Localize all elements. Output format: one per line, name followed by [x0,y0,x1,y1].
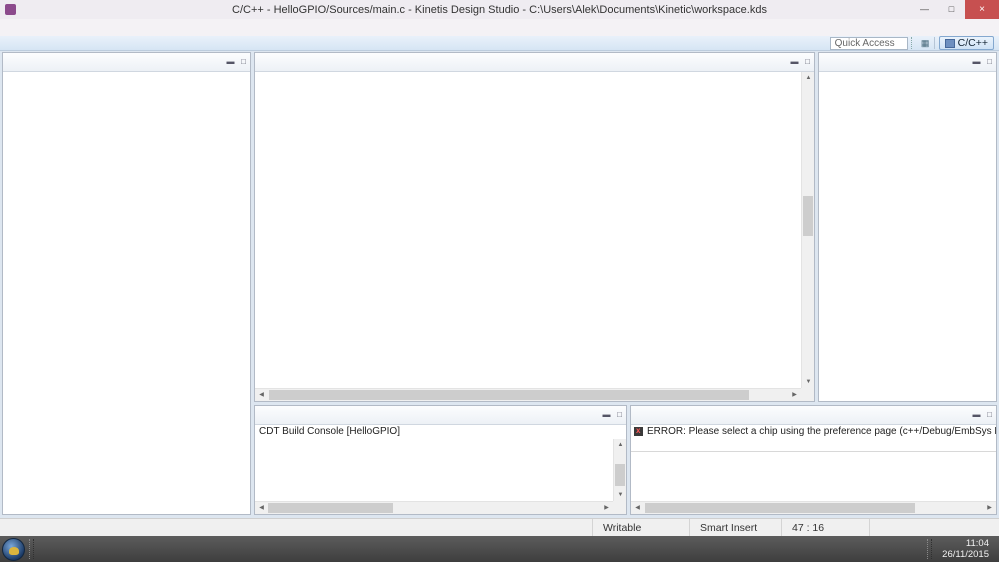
editor-panel: ▬ □ ▲ ▼ ◀ ▶ [254,52,815,402]
maximize-panel-icon[interactable]: □ [983,409,996,421]
minimize-panel-icon[interactable]: ▬ [600,409,613,421]
taskbar-grip [29,539,34,559]
writable-status: Writable [592,519,689,536]
embsys-registers-panel: ▬ □ ERROR: Please select a chip using th… [630,405,997,515]
scrollbar-thumb[interactable] [269,390,749,400]
editor-horizontal-scrollbar[interactable]: ◀ ▶ [255,388,801,401]
clock-date: 26/11/2015 [942,549,989,560]
minimize-panel-icon[interactable]: ▬ [970,409,983,421]
scroll-left-icon[interactable]: ◀ [255,502,268,514]
status-empty-cell [869,519,999,536]
open-perspective-icon[interactable]: ▦ [919,37,932,49]
console-vertical-scrollbar[interactable]: ▲ ▼ [613,439,626,501]
scrollbar-thumb[interactable] [268,503,393,513]
minimize-panel-icon[interactable]: ▬ [970,56,983,68]
console-panel: ▬ □ CDT Build Console [HelloGPIO] ▲ ▼ ◀ … [254,405,627,515]
scroll-down-icon[interactable]: ▼ [614,489,626,501]
scroll-right-icon[interactable]: ▶ [983,502,996,514]
scroll-down-icon[interactable]: ▼ [802,376,814,388]
maximize-button[interactable]: □ [938,0,965,19]
insert-mode-status: Smart Insert [689,519,781,536]
separator [933,37,935,49]
minimize-button[interactable]: — [911,0,938,19]
scroll-left-icon[interactable]: ◀ [255,389,268,401]
status-bar: Writable Smart Insert 47 : 16 [0,518,999,536]
scroll-up-icon[interactable]: ▲ [614,439,626,451]
perspective-grip [910,37,916,49]
code-editor[interactable] [255,72,801,388]
maximize-panel-icon[interactable]: □ [237,56,250,68]
clock-time: 11:04 [965,537,989,549]
scrollbar-thumb[interactable] [615,464,625,486]
error-chip-icon [634,426,643,436]
scrollbar-corner [801,388,814,401]
scrollbar-thumb[interactable] [803,196,813,236]
windows-taskbar: 11:04 26/11/2015 [0,536,999,562]
console-title: CDT Build Console [HelloGPIO] [259,426,400,437]
quick-access-box[interactable]: Quick Access [829,36,908,50]
scroll-left-icon[interactable]: ◀ [631,502,644,514]
start-button[interactable] [2,537,25,561]
scroll-right-icon[interactable]: ▶ [788,389,801,401]
scroll-up-icon[interactable]: ▲ [802,72,814,84]
taskbar-clock[interactable]: 11:04 26/11/2015 [940,538,994,561]
cursor-position: 47 : 16 [781,519,869,536]
window-title: C/C++ - HelloGPIO/Sources/main.c - Kinet… [232,3,767,16]
perspective-c-cpp[interactable]: C/C++ [938,36,994,50]
register-table-header [631,438,996,452]
kinetis-design-studio-window: C/C++ - HelloGPIO/Sources/main.c - Kinet… [0,0,999,562]
console-horizontal-scrollbar[interactable]: ◀ ▶ [255,501,613,514]
title-bar: C/C++ - HelloGPIO/Sources/main.c - Kinet… [0,0,999,19]
scrollbar-thumb[interactable] [645,503,915,513]
close-button[interactable]: × [965,0,999,19]
workbench: ▬ □ ▬ □ ▲ ▼ ◀ ▶ ▬ □ ▬ □ CDT Build Consol… [0,51,999,518]
embsys-horizontal-scrollbar[interactable]: ◀ ▶ [631,501,996,514]
embsys-error-message: ERROR: Please select a chip using the pr… [631,425,996,438]
taskbar-grip [927,539,933,559]
project-explorer-panel: ▬ □ [2,52,251,515]
scrollbar-corner [613,501,626,514]
maximize-panel-icon[interactable]: □ [801,56,814,68]
error-text: ERROR: Please select a chip using the pr… [647,426,996,437]
maximize-panel-icon[interactable]: □ [983,56,996,68]
menu-bar [0,19,999,36]
editor-vertical-scrollbar[interactable]: ▲ ▼ [801,72,814,388]
project-tree [3,72,250,75]
app-icon [5,4,16,15]
console-output[interactable] [255,439,613,501]
main-toolbar: Quick Access ▦ C/C++ [0,36,999,51]
maximize-panel-icon[interactable]: □ [613,409,626,421]
minimize-panel-icon[interactable]: ▬ [224,56,237,68]
system-tray: 11:04 26/11/2015 [925,538,997,561]
outline-panel: ▬ □ [818,52,997,402]
minimize-panel-icon[interactable]: ▬ [788,56,801,68]
perspective-label: C/C++ [957,37,988,49]
perspective-icon [944,38,955,48]
scroll-right-icon[interactable]: ▶ [600,502,613,514]
